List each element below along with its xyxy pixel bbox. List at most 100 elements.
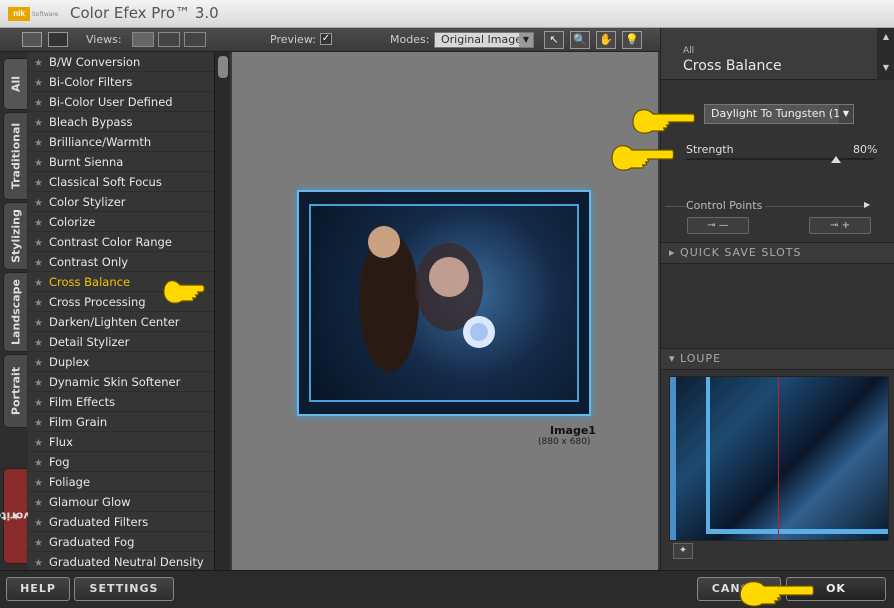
star-icon[interactable]: ★ xyxy=(34,518,43,529)
tab-all[interactable]: All xyxy=(3,58,27,110)
help-button[interactable]: HELP xyxy=(6,577,70,601)
add-control-point-button[interactable]: ⊸ + xyxy=(809,217,871,234)
filter-item[interactable]: ★ Contrast Color Range xyxy=(28,232,214,252)
tab-stylizing[interactable]: Stylizing xyxy=(3,202,27,270)
quick-save-section[interactable]: ▸ QUICK SAVE SLOTS xyxy=(661,242,894,264)
plus-icon: + xyxy=(841,220,850,231)
star-icon[interactable]: ★ xyxy=(34,258,43,269)
image-size: (880 x 680) xyxy=(538,437,591,447)
star-icon[interactable]: ★ xyxy=(34,138,43,149)
filter-item[interactable]: ★ Bleach Bypass xyxy=(28,112,214,132)
settings-button[interactable]: SETTINGS xyxy=(74,577,174,601)
filter-item-label: Color Stylizer xyxy=(48,195,126,209)
filter-item-label: Cross Processing xyxy=(48,295,146,309)
filter-item[interactable]: ★ Film Effects xyxy=(28,392,214,412)
filter-item[interactable]: ★ Film Grain xyxy=(28,412,214,432)
filter-item[interactable]: ★ Graduated Neutral Density xyxy=(28,552,214,570)
filter-item[interactable]: ★ Color Stylizer xyxy=(28,192,214,212)
star-icon[interactable]: ★ xyxy=(34,438,43,449)
modes-select[interactable]: Original Image ▼ xyxy=(434,32,534,48)
filter-list-scrollbar[interactable] xyxy=(214,52,230,570)
star-icon[interactable]: ★ xyxy=(34,398,43,409)
filter-item[interactable]: ★ Bi-Color User Defined xyxy=(28,92,214,112)
filter-item[interactable]: ★ Flux xyxy=(28,432,214,452)
star-icon[interactable]: ★ xyxy=(34,358,43,369)
star-icon[interactable]: ★ xyxy=(34,278,43,289)
filter-item-label: Contrast Color Range xyxy=(48,235,172,249)
hand-tool-icon[interactable]: ✋ xyxy=(596,31,616,49)
pointer-tool-icon[interactable]: ↖ xyxy=(544,31,564,49)
zoom-tool-icon[interactable]: 🔍 xyxy=(570,31,590,49)
remove-control-point-button[interactable]: ⊸ — xyxy=(687,217,749,234)
image-view-icon[interactable] xyxy=(22,32,42,47)
chevron-up-icon[interactable]: ▲ xyxy=(877,32,894,41)
strength-slider-handle[interactable] xyxy=(831,156,842,163)
star-icon[interactable]: ★ xyxy=(34,458,43,469)
star-icon[interactable]: ★ xyxy=(34,238,43,249)
tab-favorites[interactable]: ★ Favorites xyxy=(0,468,44,564)
list-view-icon[interactable] xyxy=(48,32,68,47)
star-icon[interactable]: ★ xyxy=(34,498,43,509)
strength-slider[interactable] xyxy=(686,156,874,163)
image-artwork xyxy=(359,226,495,372)
filter-item-label: Graduated Fog xyxy=(48,535,135,549)
star-icon[interactable]: ★ xyxy=(34,78,43,89)
star-icon[interactable]: ★ xyxy=(34,158,43,169)
star-icon[interactable]: ★ xyxy=(34,58,43,69)
tab-traditional[interactable]: Traditional xyxy=(3,112,27,200)
filter-item[interactable]: ★ Foliage xyxy=(28,472,214,492)
filter-item[interactable]: ★ Graduated Filters xyxy=(28,512,214,532)
split-view-button[interactable] xyxy=(158,32,180,47)
star-icon[interactable]: ★ xyxy=(34,218,43,229)
filter-item[interactable]: ★ Classical Soft Focus xyxy=(28,172,214,192)
tab-landscape[interactable]: Landscape xyxy=(3,272,27,352)
star-icon[interactable]: ★ xyxy=(34,478,43,489)
filter-item[interactable]: ★ Bi-Color Filters xyxy=(28,72,214,92)
filter-item[interactable]: ★ Burnt Sienna xyxy=(28,152,214,172)
filter-item[interactable]: ★ Detail Stylizer xyxy=(28,332,214,352)
preset-dropdown[interactable]: Daylight To Tungsten (1) ▼ xyxy=(704,104,854,124)
star-icon[interactable]: ★ xyxy=(34,338,43,349)
star-icon[interactable]: ★ xyxy=(34,418,43,429)
preview-checkbox[interactable]: ✓ xyxy=(320,33,332,45)
filter-item[interactable]: ★ Graduated Fog xyxy=(28,532,214,552)
side-by-side-view-button[interactable] xyxy=(184,32,206,47)
star-icon[interactable]: ★ xyxy=(34,558,43,569)
filter-item[interactable]: ★ Colorize xyxy=(28,212,214,232)
filter-item[interactable]: ★ B/W Conversion xyxy=(28,52,214,72)
filter-item-label: Colorize xyxy=(48,215,96,229)
pin-icon[interactable]: ✦ xyxy=(673,543,693,559)
star-icon[interactable]: ★ xyxy=(34,98,43,109)
preview-area[interactable]: Image1 (880 x 680) xyxy=(232,52,658,570)
modes-label: Modes: xyxy=(390,33,430,46)
star-icon[interactable]: ★ xyxy=(34,198,43,209)
single-view-button[interactable] xyxy=(132,32,154,47)
filter-item[interactable]: ★ Darken/Lighten Center xyxy=(28,312,214,332)
control-point-icon: ⊸ xyxy=(830,220,839,231)
app-title: Color Efex Pro™ 3.0 xyxy=(70,4,219,22)
chevron-right-icon[interactable]: ▶ xyxy=(864,200,870,209)
filter-item[interactable]: ★ Fog xyxy=(28,452,214,472)
filter-item[interactable]: ★ Brilliance/Warmth xyxy=(28,132,214,152)
filter-item[interactable]: ★ Glamour Glow xyxy=(28,492,214,512)
loupe-section[interactable]: ▾ LOUPE xyxy=(661,348,894,370)
star-icon[interactable]: ★ xyxy=(34,318,43,329)
star-icon[interactable]: ★ xyxy=(34,298,43,309)
tab-portrait[interactable]: Portrait xyxy=(3,354,27,428)
filter-item-label: Brilliance/Warmth xyxy=(48,135,152,149)
control-points-label: Control Points xyxy=(686,199,766,212)
panel-title: Cross Balance xyxy=(683,58,782,74)
light-tool-icon[interactable]: 💡 xyxy=(622,31,642,49)
filter-item[interactable]: ★ Duplex xyxy=(28,352,214,372)
filter-item-label: Duplex xyxy=(48,355,90,369)
chevron-down-icon[interactable]: ▼ xyxy=(877,63,894,72)
star-icon[interactable]: ★ xyxy=(34,178,43,189)
star-icon[interactable]: ★ xyxy=(34,538,43,549)
filter-item[interactable]: ★ Dynamic Skin Softener xyxy=(28,372,214,392)
filter-item[interactable]: ★ Contrast Only xyxy=(28,252,214,272)
filter-list: ★ B/W Conversion ★ Bi-Color Filters ★ Bi-Colo… xyxy=(28,52,214,570)
star-icon[interactable]: ★ xyxy=(34,378,43,389)
panel-scrollbar[interactable]: ▲ ▼ xyxy=(877,28,894,80)
scrollbar-thumb[interactable] xyxy=(218,56,228,78)
star-icon[interactable]: ★ xyxy=(34,118,43,129)
